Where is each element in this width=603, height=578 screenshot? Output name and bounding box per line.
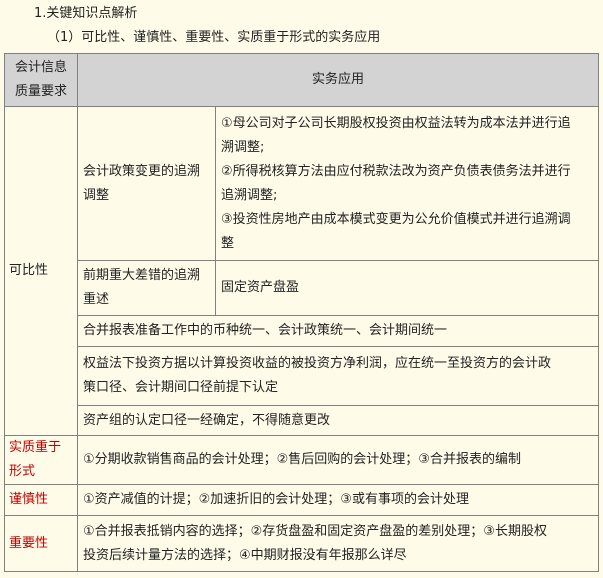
policy-change-item1-line2: 溯调整; (221, 139, 265, 155)
materiality-value-line1: ①合并报表抵销内容的选择；②存货盘盈和固定资产盘盈的差别处理；③长期股权 (83, 523, 547, 539)
table-row: 资产组的认定口径一经确定，不得随意更改 (5, 405, 600, 436)
policy-change-item2-line2: 追溯调整; (221, 187, 278, 203)
materiality-category-cell: 重要性 (4, 515, 78, 572)
table-row: 前期重大差错的追溯 重述 固定资产盘盈 (5, 260, 600, 316)
policy-change-item2-line1: ②所得税核算方法由应付税款法改为资产负债表债务法并进行 (221, 163, 571, 179)
knowledge-table: 会计信息 质量要求 实务应用 可比性 会计政策变更的追溯 调整 ①母公司对子公司… (4, 53, 600, 572)
policy-change-label-line2: 调整 (83, 187, 110, 203)
comparability-category-cell: 可比性 (4, 106, 78, 436)
error-correction-label-cell: 前期重大差错的追溯 重述 (77, 260, 216, 316)
table-row: 可比性 会计政策变更的追溯 调整 ①母公司对子公司长期股权投资由权益法转为成本法… (4, 106, 600, 436)
substance-category-line2: 形式 (9, 464, 36, 479)
policy-change-items-cell: ①母公司对子公司长期股权投资由权益法转为成本法并进行追 溯调整; ②所得税核算方… (214, 106, 600, 261)
subsection-heading: （1）可比性、谨慎性、重要性、实质重于形式的实务应用 (47, 30, 381, 45)
error-correction-label-line1: 前期重大差错的追溯 (83, 268, 201, 283)
prudence-category-cell: 谨慎性 (4, 484, 78, 516)
header-application-cell: 实务应用 (76, 53, 600, 107)
header-category-line1: 会计信息 (14, 60, 67, 75)
header-category-cell: 会计信息 质量要求 (4, 53, 78, 107)
substance-category-line1: 实质重于 (9, 440, 62, 455)
equity-method-cell: 权益法下投资方据以计算投资收益的被投资方净利润，应在统一至投资方的会计政 策口径… (76, 346, 600, 406)
section-heading: 1.关键知识点解析 (34, 6, 138, 21)
header-category-line2: 质量要求 (14, 84, 67, 99)
asset-group-cell: 资产组的认定口径一经确定，不得随意更改 (76, 405, 600, 436)
materiality-value-line2: 投资后续计量方法的选择；④中期财报没有年报那么详尽 (83, 547, 407, 563)
table-row: 重要性 ①合并报表抵销内容的选择；②存货盘盈和固定资产盘盈的差别处理；③长期股权… (4, 515, 600, 572)
table-row: 谨慎性 ①资产减值的计提；②加速折旧的会计处理；③或有事项的会计处理 (4, 484, 600, 516)
materiality-value-cell: ①合并报表抵销内容的选择；②存货盘盈和固定资产盘盈的差别处理；③长期股权 投资后… (76, 515, 600, 572)
substance-value-cell: ①分期收款销售商品的会计处理；②售后回购的会计处理；③合并报表的编制 (76, 435, 600, 485)
error-correction-value-cell: 固定资产盘盈 (214, 260, 600, 316)
consolidation-prep-cell: 合并报表准备工作中的币种统一、会计政策统一、会计期间统一 (76, 315, 600, 347)
substance-category-cell: 实质重于 形式 (4, 435, 78, 485)
policy-change-label-cell: 会计政策变更的追溯 调整 (77, 106, 216, 261)
prudence-value-cell: ①资产减值的计提；②加速折旧的会计处理；③或有事项的会计处理 (76, 484, 600, 516)
policy-change-label-line1: 会计政策变更的追溯 (83, 163, 201, 179)
error-correction-label-line2: 重述 (83, 292, 110, 307)
equity-method-line2: 策口径、会计期间口径前提下认定 (83, 380, 279, 395)
table-row: 权益法下投资方据以计算投资收益的被投资方净利润，应在统一至投资方的会计政 策口径… (5, 346, 600, 406)
table-header-row: 会计信息 质量要求 实务应用 (4, 53, 600, 107)
policy-change-item3-line1: ③投资性房地产由成本模式变更为公允价值模式并进行追溯调 (221, 211, 571, 227)
table-row: 实质重于 形式 ①分期收款销售商品的会计处理；②售后回购的会计处理；③合并报表的… (4, 435, 600, 485)
table-row: 合并报表准备工作中的币种统一、会计政策统一、会计期间统一 (5, 315, 600, 347)
policy-change-item1-line1: ①母公司对子公司长期股权投资由权益法转为成本法并进行追 (221, 115, 571, 131)
equity-method-line1: 权益法下投资方据以计算投资收益的被投资方净利润，应在统一至投资方的会计政 (83, 356, 552, 371)
policy-change-item3-line2: 整 (221, 235, 235, 251)
